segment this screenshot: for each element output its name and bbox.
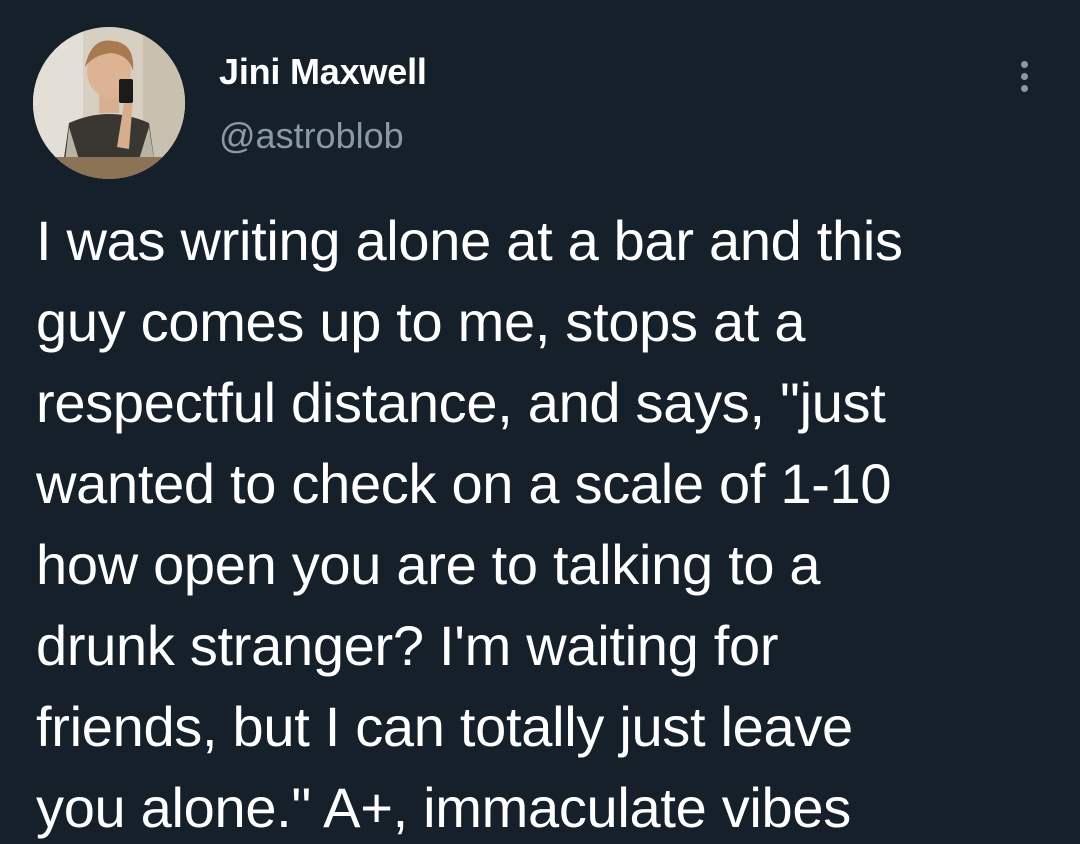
more-dot <box>1020 72 1028 80</box>
avatar-photo <box>33 27 185 179</box>
more-options-icon[interactable] <box>1000 52 1048 100</box>
tweet: Jini Maxwell @astroblob I was writing al… <box>0 0 1080 844</box>
tweet-text: I was writing alone at a bar and this gu… <box>36 209 903 839</box>
author-handle[interactable]: @astroblob <box>219 114 404 158</box>
more-dot <box>1020 84 1028 92</box>
avatar[interactable] <box>33 27 185 179</box>
author-display-name[interactable]: Jini Maxwell <box>219 50 427 94</box>
more-dot <box>1020 60 1028 68</box>
